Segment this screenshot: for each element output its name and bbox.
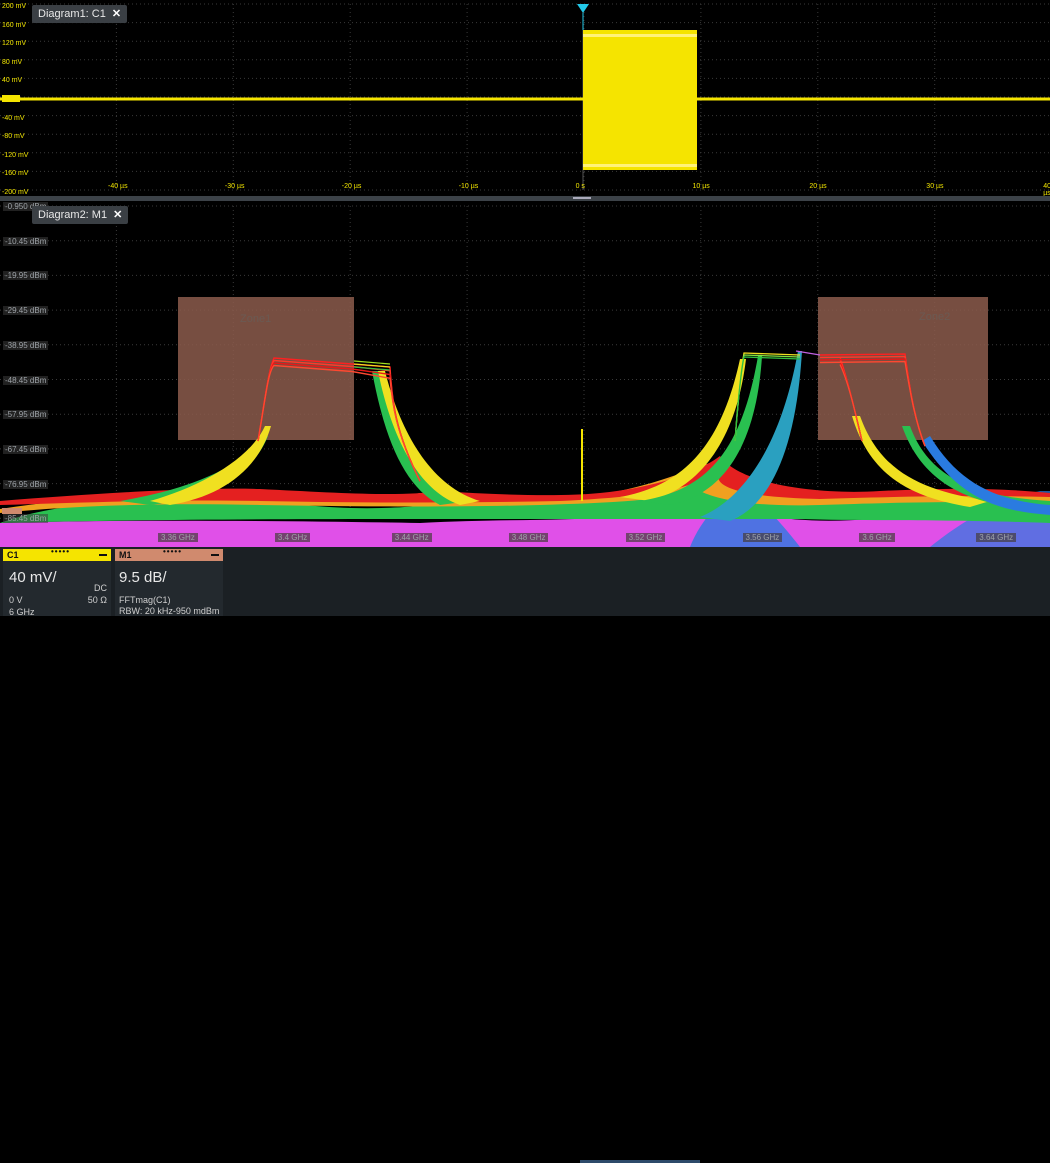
close-icon[interactable]: ✕ (112, 8, 121, 20)
diagram1-y-label: 160 mV (2, 21, 27, 29)
diagram1-tab-label: Diagram1: C1 (38, 8, 106, 20)
channel-c1-header[interactable]: C1 ••••• (3, 547, 111, 561)
channel-c1-dots: ••••• (51, 547, 71, 556)
close-icon[interactable]: ✕ (113, 209, 122, 221)
channel-m1-rbw: RBW: 20 kHz-950 mdBm (119, 606, 220, 616)
diagram2-spectrum-plot (0, 205, 1050, 547)
diagram1-y-label: 40 mV (2, 77, 23, 85)
diagram1-y-label: 0 V (2, 96, 13, 103)
diagram1-y-label: -200 mV (2, 189, 29, 196)
diagram2-x-label: 3.48 GHz (508, 533, 549, 542)
diagram2-tab-label: Diagram2: M1 (38, 209, 108, 221)
channel-c1-name: C1 (7, 550, 19, 560)
ch1-burst-edge (583, 34, 697, 37)
zone1-label: Zone1 (240, 313, 272, 325)
diagram1-x-label: -10 µs (458, 183, 479, 190)
channel-bar: C1 ••••• 40 mV/ DC 0 V 50 Ω 6 GHz M1 •••… (0, 547, 1050, 1163)
minimize-icon[interactable] (99, 554, 107, 556)
channel-c1-coupling: DC (94, 583, 107, 593)
diagram2-x-label: 3.44 GHz (391, 533, 432, 542)
diagram2-y-label: -85.45 dBm (3, 514, 49, 524)
ch1-burst-edge (583, 164, 697, 167)
diagram2-tab[interactable]: Diagram2: M1 ✕ (32, 206, 129, 224)
diagram2-x-label: 3.56 GHz (742, 533, 783, 542)
diagram1-x-label: -40 µs (108, 183, 128, 190)
diagram1-x-label: 0 s (575, 183, 585, 190)
diagram1-y-label: -80 mV (2, 133, 25, 141)
minimize-icon[interactable] (211, 554, 219, 556)
channel-c1-offset: 0 V (9, 595, 23, 605)
diagram2-y-label: -76.95 dBm (3, 479, 49, 489)
channel-m1-header[interactable]: M1 ••••• (115, 547, 223, 561)
divider-handle-icon[interactable] (573, 197, 591, 199)
diagram1-x-label: 20 µs (809, 183, 827, 190)
diagram2-x-label: 3.4 GHz (274, 533, 311, 542)
diagram1-y-label: -40 mV (2, 114, 25, 122)
diagram1-x-label: 10 µs (692, 183, 710, 190)
ch1-baseline-trace (697, 97, 1050, 101)
diagram1-x-label: -30 µs (224, 183, 245, 190)
diagram2-x-label: 3.64 GHz (976, 533, 1017, 542)
diagram1-y-label: -120 mV (2, 151, 29, 159)
diagram1-tab[interactable]: Diagram1: C1 ✕ (32, 5, 128, 23)
ch1-burst (583, 30, 697, 170)
diagram1-y-label: 80 mV (2, 58, 23, 66)
left-carrier-trace (353, 360, 391, 365)
diagram2-spectrum[interactable]: Diagram2: M1 ✕ Zone1 Zone2 -0.950 dBm -10.… (0, 201, 1050, 547)
channel-m1-name: M1 (119, 550, 132, 560)
ch1-baseline-trace (0, 97, 583, 101)
diagram2-y-label: -57.95 dBm (3, 410, 49, 420)
channel-m1-dots: ••••• (163, 547, 183, 556)
diagram2-y-label: -48.45 dBm (3, 375, 49, 385)
m1-ref-marker (2, 508, 22, 514)
channel-c1-panel[interactable]: C1 ••••• 40 mV/ DC 0 V 50 Ω 6 GHz (3, 547, 111, 617)
diagram1-grid (0, 3, 1050, 191)
diagram2-y-label: -29.45 dBm (3, 306, 49, 316)
diagram1-x-label: 30 µs (926, 183, 944, 190)
diagram2-x-label: 3.6 GHz (859, 533, 895, 542)
channel-m1-function: FFTmag(C1) (119, 595, 171, 605)
diagram2-x-label: 3.36 GHz (158, 533, 198, 542)
channel-c1-impedance: 50 Ω (87, 595, 107, 605)
diagram2-y-label: -10.45 dBm (3, 236, 49, 246)
diagram1-time-domain[interactable]: Diagram1: C1 ✕ 200 mV 160 mV 120 mV 80 mV 40 … (0, 0, 1050, 196)
zone2-label: Zone2 (919, 311, 951, 323)
channel-m1-scale: 9.5 dB/ (119, 569, 167, 586)
left-carrier-trace (353, 363, 391, 368)
channel-m1-panel[interactable]: M1 ••••• 9.5 dB/ FFTmag(C1) RBW: 20 kHz-… (115, 547, 223, 616)
diagram1-x-label: 40 µs (1043, 183, 1050, 196)
diagram1-y-label: -160 mV (2, 170, 29, 178)
trigger-marker-icon (577, 4, 589, 13)
diagram2-x-label: 3.52 GHz (625, 533, 666, 542)
diagram2-y-label: -38.95 dBm (3, 340, 49, 350)
diagram1-y-label: 120 mV (2, 40, 27, 48)
diagram2-y-label: -19.95 dBm (3, 271, 49, 281)
diagram2-y-label: -67.45 dBm (3, 444, 49, 454)
diagram1-y-label: 200 mV (2, 3, 27, 10)
channel-c1-scale: 40 mV/ (9, 569, 57, 586)
diagram1-x-label: -20 µs (341, 183, 362, 190)
